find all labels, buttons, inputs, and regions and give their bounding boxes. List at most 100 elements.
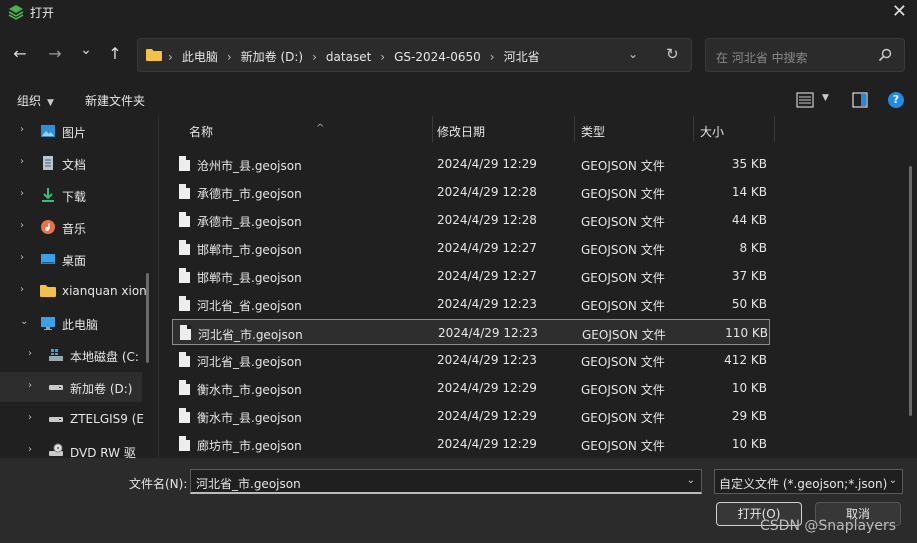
column-header-size[interactable]: 大小 [694, 116, 774, 144]
sidebar-item-label: DVD RW 驱 [70, 446, 136, 458]
file-date: 2024/4/29 12:29 [437, 157, 537, 171]
file-type-filter-select[interactable]: 自定义文件 (*.geojson;*.json) ⌄ [714, 469, 903, 494]
sort-ascending-icon: ^ [316, 123, 325, 134]
breadcrumb-separator[interactable]: › [227, 50, 232, 64]
file-size: 35 KB [731, 157, 767, 171]
breadcrumb-separator[interactable]: › [312, 50, 317, 64]
sidebar-item-music[interactable]: › 音乐 [0, 212, 142, 242]
forward-arrow-icon[interactable]: → [45, 44, 65, 64]
file-type-filter-value[interactable]: 自定义文件 (*.geojson;*.json) [719, 475, 887, 492]
search-placeholder[interactable]: 在 河北省 中搜索 [716, 49, 808, 66]
file-name: 承德市_县.geojson [197, 215, 302, 229]
chevron-down-icon[interactable]: ⌄ [889, 475, 897, 486]
table-row[interactable]: 邯郸市_县.geojson 2024/4/29 12:27 GEOJSON 文件… [172, 263, 770, 289]
sidebar-item-downloads[interactable]: › 下载 [0, 180, 142, 210]
table-row[interactable]: 河北省_县.geojson 2024/4/29 12:23 GEOJSON 文件… [172, 347, 770, 373]
file-name: 河北省_市.geojson [198, 328, 303, 342]
column-header-type-label: 类型 [581, 125, 606, 139]
column-header-type[interactable]: 类型 [575, 116, 693, 144]
expand-chevron-icon[interactable]: › [20, 188, 24, 199]
dvd-icon [49, 443, 63, 456]
expand-chevron-icon[interactable]: › [20, 284, 24, 295]
pictures-icon [41, 125, 55, 137]
caret-down-icon: ▼ [47, 98, 54, 108]
address-bar[interactable]: › 此电脑 › 新加卷 (D:) › dataset › GS-2024-065… [137, 38, 692, 72]
file-list-scrollbar[interactable] [909, 166, 912, 416]
table-row[interactable]: 河北省_省.geojson 2024/4/29 12:23 GEOJSON 文件… [172, 291, 770, 317]
new-folder-button[interactable]: 新建文件夹 [85, 92, 145, 109]
table-row[interactable]: 廊坊市_市.geojson 2024/4/29 12:29 GEOJSON 文件… [172, 431, 770, 457]
sidebar-item-user-folder[interactable]: › xianquan xion [0, 276, 147, 306]
file-date: 2024/4/29 12:23 [438, 326, 538, 340]
organize-button[interactable]: 组织 ▼ [17, 92, 54, 109]
breadcrumb-hebei[interactable]: 河北省 [504, 48, 540, 65]
filename-value[interactable]: 河北省_市.geojson [196, 475, 301, 492]
sidebar-item-drive-e[interactable]: › ZTELGIS9 (E [0, 404, 144, 434]
breadcrumb-separator[interactable]: › [380, 50, 385, 64]
address-history-chevron-icon[interactable]: ⌄ [628, 47, 638, 61]
file-date: 2024/4/29 12:27 [437, 241, 537, 255]
sidebar-item-this-pc[interactable]: ⌄ 此电脑 [0, 308, 142, 338]
file-date: 2024/4/29 12:28 [437, 185, 537, 199]
file-size: 412 KB [724, 353, 767, 367]
table-row[interactable]: 沧州市_县.geojson 2024/4/29 12:29 GEOJSON 文件… [172, 151, 770, 177]
view-options-icon[interactable] [796, 92, 814, 108]
filename-input[interactable]: 河北省_市.geojson ⌄ [190, 469, 702, 494]
help-icon[interactable]: ? [888, 92, 904, 108]
sidebar-item-drive-d[interactable]: › 新加卷 (D:) [0, 372, 142, 402]
chevron-down-icon[interactable]: ⌄ [687, 475, 695, 486]
sidebar-item-pictures[interactable]: › 图片 [0, 116, 142, 146]
file-type: GEOJSON 文件 [581, 215, 665, 229]
file-date: 2024/4/29 12:29 [437, 437, 537, 451]
file-name: 河北省_县.geojson [197, 355, 302, 369]
file-date: 2024/4/29 12:27 [437, 269, 537, 283]
table-row[interactable]: 衡水市_县.geojson 2024/4/29 12:29 GEOJSON 文件… [172, 403, 770, 429]
file-icon [179, 156, 190, 171]
up-arrow-icon[interactable]: ↑ [105, 44, 125, 64]
column-divider[interactable] [774, 116, 775, 142]
expand-chevron-icon[interactable]: › [20, 220, 24, 231]
table-row[interactable]: 衡水市_市.geojson 2024/4/29 12:29 GEOJSON 文件… [172, 375, 770, 401]
refresh-icon[interactable]: ↻ [666, 45, 679, 63]
table-row-selected[interactable]: 河北省_市.geojson 2024/4/29 12:23 GEOJSON 文件… [172, 319, 770, 345]
table-row[interactable]: 承德市_县.geojson 2024/4/29 12:28 GEOJSON 文件… [172, 207, 770, 233]
recent-locations-chevron-icon[interactable]: ⌄ [76, 40, 96, 60]
sidebar-item-drive-c[interactable]: › 本地磁盘 (C: [0, 340, 142, 370]
collapse-chevron-icon[interactable]: ⌄ [20, 316, 28, 327]
expand-chevron-icon[interactable]: › [28, 348, 32, 359]
expand-chevron-icon[interactable]: › [20, 124, 24, 135]
breadcrumb-dataset[interactable]: dataset [326, 50, 371, 64]
close-icon[interactable]: ✕ [892, 1, 907, 22]
search-icon[interactable] [878, 48, 892, 62]
pane-divider[interactable] [158, 116, 159, 458]
back-arrow-icon[interactable]: ← [10, 44, 30, 64]
computer-icon [41, 317, 55, 330]
sidebar-scrollbar[interactable] [146, 273, 149, 363]
breadcrumb-separator[interactable]: › [490, 50, 495, 64]
view-dropdown-caret-icon[interactable]: ▼ [822, 93, 829, 103]
table-row[interactable]: 承德市_市.geojson 2024/4/29 12:28 GEOJSON 文件… [172, 179, 770, 205]
table-row[interactable]: 邯郸市_市.geojson 2024/4/29 12:27 GEOJSON 文件… [172, 235, 770, 261]
expand-chevron-icon[interactable]: › [20, 156, 24, 167]
file-icon [179, 352, 190, 367]
sidebar-item-label: 本地磁盘 (C: [70, 350, 139, 364]
sidebar-item-dvd-drive[interactable]: › DVD RW 驱 [0, 436, 142, 458]
expand-chevron-icon[interactable]: › [28, 412, 32, 423]
sidebar-item-desktop[interactable]: › 桌面 [0, 244, 142, 274]
file-name: 邯郸市_县.geojson [197, 271, 302, 285]
preview-pane-icon[interactable] [852, 92, 868, 108]
search-box[interactable]: 在 河北省 中搜索 [705, 38, 905, 72]
watermark: CSDN @Snaplayers [760, 518, 897, 534]
expand-chevron-icon[interactable]: › [28, 444, 32, 455]
breadcrumb-drive-d[interactable]: 新加卷 (D:) [241, 48, 303, 65]
column-header-date[interactable]: 修改日期 [433, 116, 574, 144]
expand-chevron-icon[interactable]: › [28, 380, 32, 391]
file-icon [179, 184, 190, 199]
breadcrumb-this-pc[interactable]: 此电脑 [182, 48, 218, 65]
breadcrumb-gs-2024-0650[interactable]: GS-2024-0650 [394, 50, 481, 64]
drive-icon [49, 417, 63, 422]
column-header-name[interactable]: 名称 ^ [172, 116, 432, 144]
expand-chevron-icon[interactable]: › [20, 252, 24, 263]
sidebar-item-documents[interactable]: › 文档 [0, 148, 142, 178]
sidebar-item-label: 图片 [62, 126, 87, 140]
